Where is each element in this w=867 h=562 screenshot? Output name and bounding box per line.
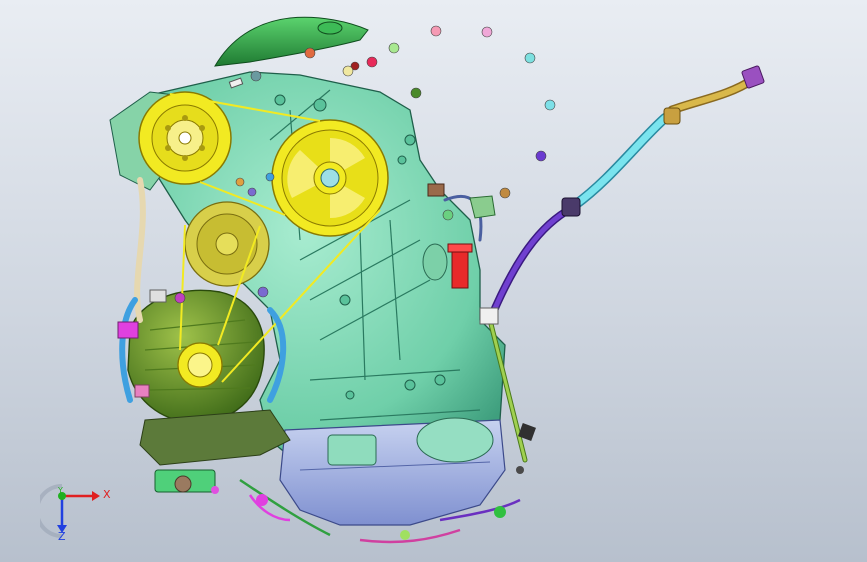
cad-viewport[interactable]: X Y Z xyxy=(0,0,867,562)
purple-hose xyxy=(486,204,576,324)
valve-cover xyxy=(214,16,369,67)
engine-model[interactable] xyxy=(0,0,867,562)
x-axis-label: X xyxy=(103,488,111,501)
cam-pulley xyxy=(138,91,232,185)
alternator xyxy=(127,289,265,423)
y-axis-label: Y xyxy=(58,486,63,495)
idler-pulley xyxy=(184,201,270,287)
main-pulley xyxy=(271,119,389,237)
z-axis-label: Z xyxy=(58,530,66,543)
